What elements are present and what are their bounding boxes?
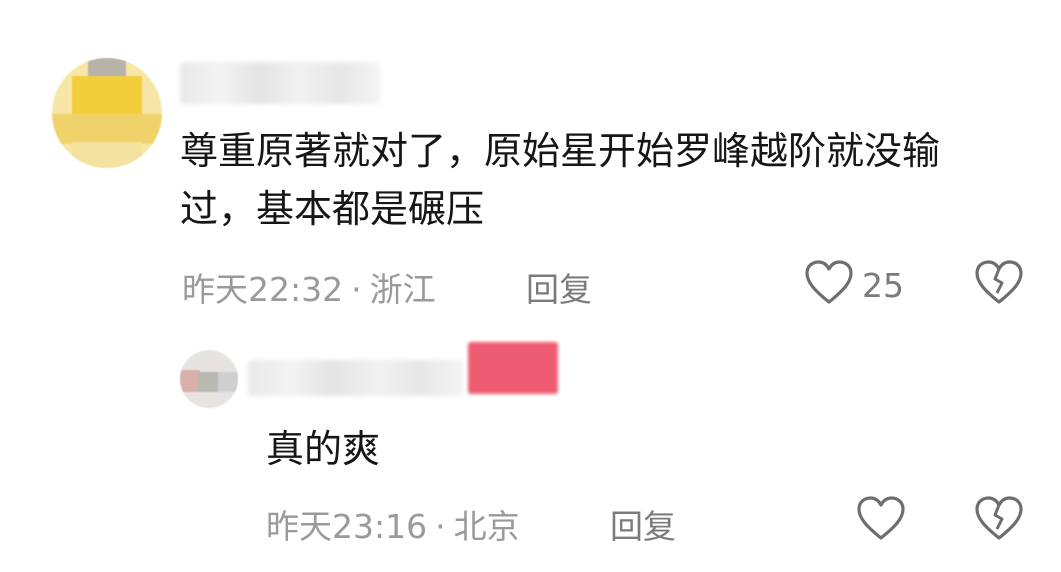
like-button[interactable]: 25 bbox=[804, 260, 904, 310]
reply-button[interactable]: 回复 bbox=[526, 263, 592, 311]
reply-comment-item: 真的爽 昨天23:16 · 北京 回复 bbox=[0, 320, 1061, 572]
meta-separator: · bbox=[435, 507, 446, 546]
comment-meta: 昨天22:32 · 浙江 bbox=[182, 263, 436, 311]
avatar[interactable] bbox=[52, 58, 162, 168]
meta-separator: · bbox=[351, 270, 362, 309]
author-badge bbox=[468, 342, 558, 394]
comment-time: 昨天23:16 bbox=[266, 507, 428, 546]
username-blurred[interactable] bbox=[180, 62, 380, 104]
heart-outline-icon bbox=[856, 496, 906, 546]
heart-outline-icon bbox=[804, 260, 854, 310]
comment-text: 尊重原著就对了，原始星开始罗峰越阶就没输过，基本都是碾压 bbox=[180, 129, 941, 231]
comment-location: 浙江 bbox=[369, 270, 436, 309]
comment-meta: 昨天23:16 · 北京 bbox=[266, 500, 520, 548]
username-blurred[interactable] bbox=[248, 360, 463, 396]
dislike-button[interactable] bbox=[974, 260, 1024, 310]
comment-location: 北京 bbox=[453, 507, 520, 546]
comment-item: 尊重原著就对了，原始星开始罗峰越阶就没输过，基本都是碾压 昨天22:32 · 浙江 … bbox=[0, 0, 1061, 320]
dislike-button[interactable] bbox=[974, 496, 1024, 546]
comment-time: 昨天22:32 bbox=[182, 270, 344, 309]
like-button[interactable] bbox=[856, 496, 906, 546]
broken-heart-icon bbox=[974, 496, 1024, 546]
like-count: 25 bbox=[862, 265, 904, 305]
reply-button[interactable]: 回复 bbox=[610, 500, 676, 548]
comment-text: 真的爽 bbox=[266, 427, 381, 471]
broken-heart-icon bbox=[974, 260, 1024, 310]
avatar[interactable] bbox=[180, 350, 238, 408]
